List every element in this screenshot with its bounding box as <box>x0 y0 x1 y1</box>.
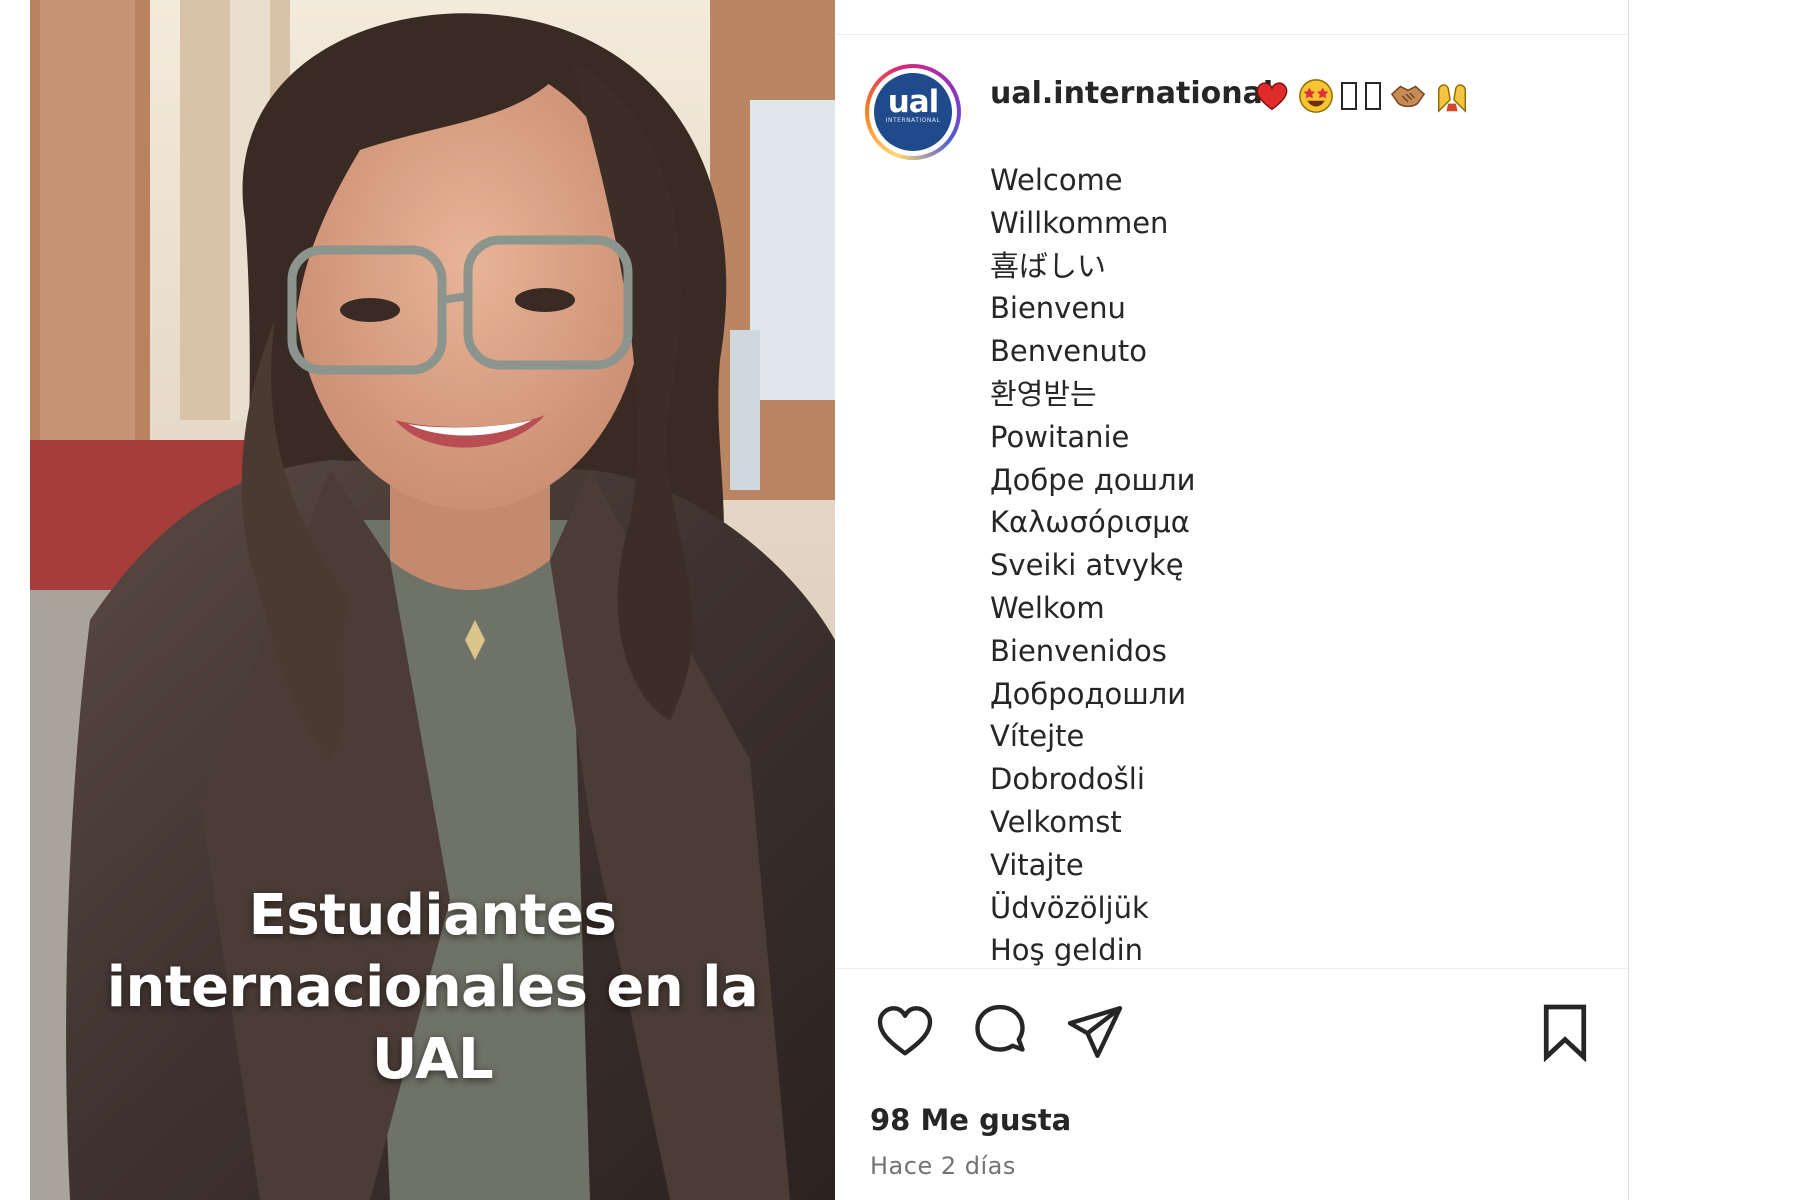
like-button[interactable] <box>875 1002 935 1062</box>
avatar[interactable]: ual INTERNATIONAL <box>865 64 961 160</box>
caption-line: Hoş geldin <box>990 933 1144 968</box>
overlay-line: internacionales en la <box>106 955 759 1020</box>
likes-count[interactable]: 98 Me gusta <box>870 1103 1071 1137</box>
bookmark-icon <box>1543 1004 1587 1063</box>
overlay-line: UAL <box>371 1027 494 1092</box>
heart-icon <box>877 1006 933 1056</box>
overlay-line: Estudiantes <box>248 883 617 948</box>
caption-line: Welkom <box>990 590 1105 625</box>
caption-line: Welcome <box>990 163 1123 197</box>
caption-line: Benvenuto <box>990 334 1147 369</box>
comment-icon <box>975 1004 1025 1052</box>
save-button[interactable] <box>1535 1002 1595 1063</box>
caption-line: Добре дошли <box>990 462 1196 497</box>
title-emojis <box>1253 77 1471 115</box>
caption-line: Добродошли <box>990 676 1187 711</box>
caption-line: 환영받는 <box>990 376 1097 411</box>
share-button[interactable] <box>1065 1002 1125 1062</box>
red-heart-icon <box>1256 82 1288 111</box>
avatar-logo-text: ual <box>887 84 940 120</box>
caption-line: Bienvenu <box>990 291 1126 326</box>
handshake-icon <box>1390 85 1426 108</box>
caption-line: Vitajte <box>990 847 1084 882</box>
caption-line: Üdvözöljük <box>990 890 1149 925</box>
caption-line: Dobrodošli <box>990 762 1145 797</box>
missing-glyph-icon <box>1365 82 1381 110</box>
username-link[interactable]: ual.international <box>990 76 1273 111</box>
caption-line: Velkomst <box>990 804 1122 839</box>
caption-line: Powitanie <box>990 419 1130 454</box>
avatar-subtext: INTERNATIONAL <box>885 117 941 124</box>
avatar-border: ual INTERNATIONAL <box>869 68 957 156</box>
video-overlay-caption: Estudiantes internacionales en la UAL <box>30 880 835 1096</box>
page-background <box>1629 0 1800 1200</box>
raising-hands-icon <box>1437 84 1467 113</box>
caption-line: Vítejte <box>990 719 1085 754</box>
post-panel: ual INTERNATIONAL ual.international Welc… <box>835 0 1629 1200</box>
star-struck-icon <box>1299 79 1333 113</box>
divider <box>835 34 1628 35</box>
divider <box>835 968 1628 969</box>
caption-line: Willkommen <box>990 205 1169 240</box>
missing-glyph-icon <box>1341 82 1357 110</box>
comment-button[interactable] <box>970 1002 1030 1062</box>
post-timestamp[interactable]: Hace 2 días <box>870 1152 1016 1180</box>
caption-line: Καλωσόρισμα <box>990 505 1190 540</box>
caption-line: Sveiki atvykę <box>990 548 1184 583</box>
post-caption: Welcome Willkommen 喜ばしい Bienvenu Benvenu… <box>990 159 1195 969</box>
caption-line: Bienvenidos <box>990 633 1167 668</box>
caption-line: 喜ばしい <box>990 248 1107 283</box>
avatar-logo: ual INTERNATIONAL <box>874 73 952 151</box>
post-media[interactable]: Estudiantes internacionales en la UAL <box>30 0 835 1200</box>
share-icon <box>1067 1006 1123 1058</box>
